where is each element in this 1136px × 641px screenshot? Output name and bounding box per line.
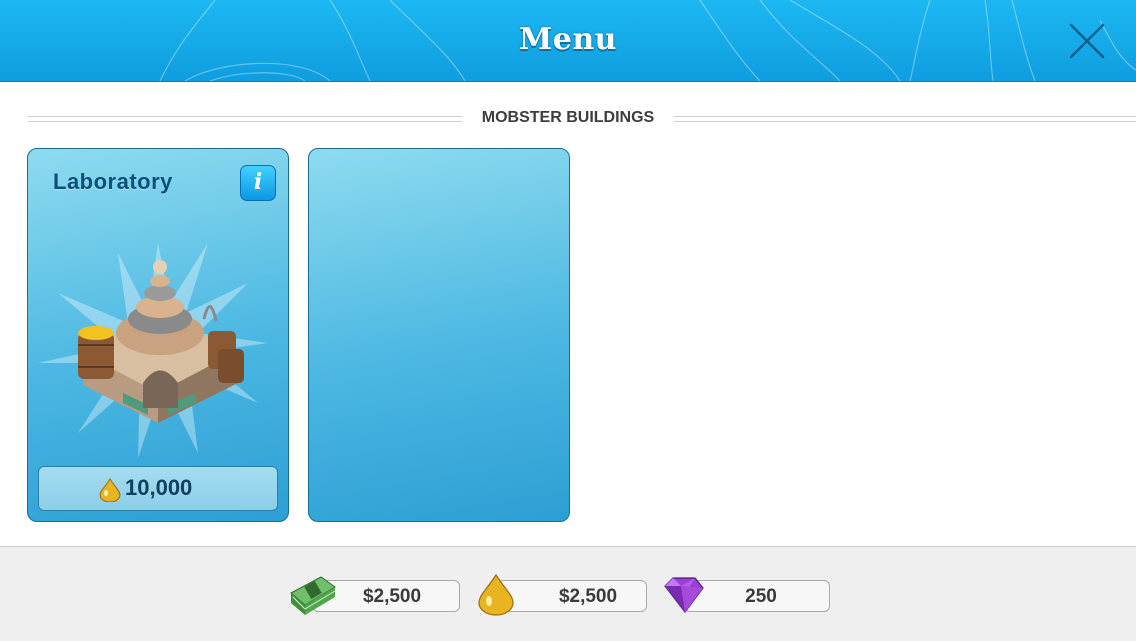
section-divider-right	[674, 116, 1136, 122]
menu-title: Menu	[519, 22, 617, 57]
info-icon: i	[253, 169, 263, 195]
laboratory-building-image	[38, 243, 268, 458]
section-divider-left	[28, 116, 462, 122]
section-header: MOBSTER BUILDINGS	[28, 105, 1136, 131]
oil-counter: $2,500	[497, 580, 647, 612]
resource-bar: $2,500 $2,500 250	[0, 546, 1136, 641]
oil-drop-icon	[99, 478, 121, 502]
gem-icon	[664, 577, 704, 613]
empty-building-slot	[308, 148, 570, 522]
close-button[interactable]	[1066, 20, 1108, 62]
section-title: MOBSTER BUILDINGS	[481, 109, 655, 126]
info-button[interactable]: i	[240, 165, 276, 201]
gem-value: 250	[745, 586, 777, 607]
oil-drop-icon	[478, 573, 514, 616]
gem-counter: 250	[684, 580, 830, 612]
building-card-laboratory[interactable]: Laboratory i 10,000	[27, 148, 289, 522]
header-bar: Menu	[0, 0, 1136, 82]
cash-stack-icon	[290, 576, 336, 615]
oil-value: $2,500	[558, 586, 618, 607]
price-value: 10,000	[125, 475, 193, 500]
close-icon	[1069, 23, 1105, 59]
building-name: Laboratory	[53, 169, 173, 194]
buy-price-button[interactable]: 10,000	[38, 466, 278, 511]
